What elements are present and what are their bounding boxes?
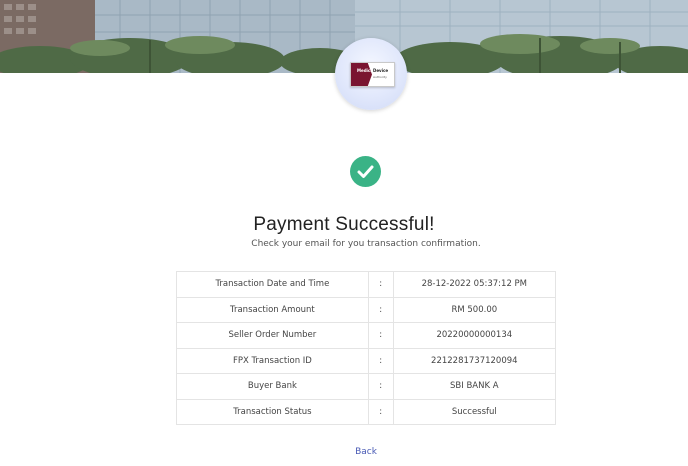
logo-text-2: Device <box>373 68 389 73</box>
row-value: Successful <box>392 398 557 425</box>
table-row: Seller Order Number:20220000000134 <box>176 322 557 349</box>
table-row: Transaction Amount: RM 500.00 <box>176 296 557 323</box>
row-value: RM 500.00 <box>392 296 557 323</box>
row-separator: : <box>367 398 394 425</box>
table-row: Buyer Bank: SBI BANK A <box>176 373 557 400</box>
row-value: 20220000000134 <box>392 322 557 349</box>
row-separator: : <box>367 322 394 349</box>
row-separator: : <box>367 373 394 400</box>
page-subtitle: Check your email for you transaction con… <box>251 239 481 249</box>
row-value: SBI BANK A <box>392 373 557 400</box>
logo-mark <box>351 63 372 86</box>
logo-card: Medical Device Authority <box>350 62 395 87</box>
row-separator: : <box>367 296 394 323</box>
payment-result-page: Medical Device Authority Payment Success… <box>0 0 688 466</box>
row-label: Transaction Date and Time <box>176 271 369 298</box>
page-title: Payment Successful! <box>253 214 435 235</box>
row-value: 28-12-2022 05:37:12 PM <box>392 271 557 298</box>
row-label: Transaction Status <box>176 398 369 425</box>
back-link[interactable]: Back <box>0 447 688 457</box>
table-row: Transaction Status: Successful <box>176 398 557 425</box>
row-value: 2212281737120094 <box>392 347 557 374</box>
row-label: FPX Transaction ID <box>176 347 369 374</box>
logo-text-1: Medical <box>357 68 375 73</box>
row-separator: : <box>367 347 394 374</box>
table-row: Transaction Date and Time:28-12-2022 05:… <box>176 271 557 298</box>
organization-logo: Medical Device Authority <box>335 38 407 110</box>
check-circle-icon <box>350 156 381 187</box>
row-separator: : <box>367 271 394 298</box>
transaction-details-table: Transaction Date and Time:28-12-2022 05:… <box>176 271 557 425</box>
logo-text-3: Authority <box>373 75 387 79</box>
row-label: Buyer Bank <box>176 373 369 400</box>
row-label: Transaction Amount <box>176 296 369 323</box>
row-label: Seller Order Number <box>176 322 369 349</box>
table-row: FPX Transaction ID:2212281737120094 <box>176 347 557 374</box>
